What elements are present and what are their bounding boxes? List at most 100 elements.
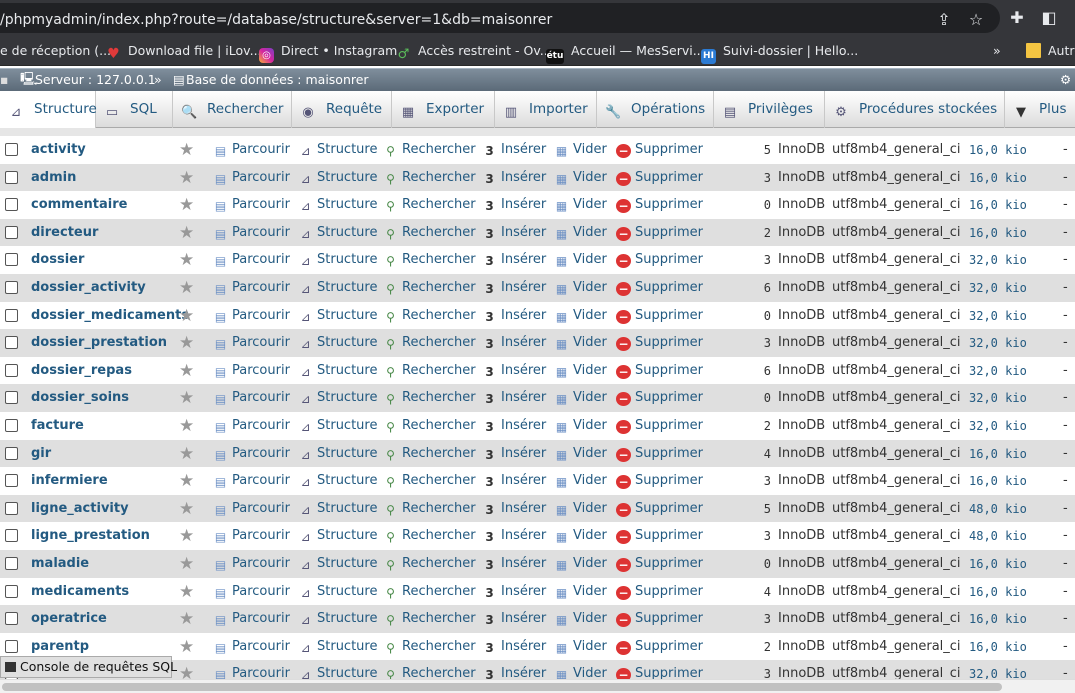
table-name-link[interactable]: gir bbox=[31, 446, 51, 462]
empty-action[interactable]: ▦ Vider bbox=[554, 170, 607, 186]
structure-action[interactable]: ⊿ Structure bbox=[298, 252, 377, 268]
sql-console-toggle[interactable]: Console de requêtes SQL bbox=[0, 656, 177, 678]
row-checkbox[interactable] bbox=[5, 612, 18, 626]
empty-action[interactable]: ▦ Vider bbox=[554, 142, 607, 158]
drop-action[interactable]: − Supprimer bbox=[616, 584, 703, 600]
row-checkbox[interactable] bbox=[5, 391, 18, 405]
favorite-star-icon[interactable]: ★ bbox=[179, 638, 194, 656]
tab-import[interactable]: ▥ Importer bbox=[495, 91, 597, 128]
address-bar[interactable]: /phpmyadmin/index.php?route=/database/st… bbox=[0, 3, 1000, 33]
empty-action[interactable]: ▦ Vider bbox=[554, 390, 607, 406]
drop-action[interactable]: − Supprimer bbox=[616, 335, 703, 352]
extensions-icon[interactable]: ✚ bbox=[1008, 9, 1026, 27]
search-action[interactable]: ⚲ Rechercher bbox=[383, 528, 476, 544]
insert-action[interactable]: 3 Insérer bbox=[482, 225, 546, 241]
search-action[interactable]: ⚲ Rechercher bbox=[383, 584, 476, 600]
row-checkbox[interactable] bbox=[5, 501, 18, 515]
structure-action[interactable]: ⊿ Structure bbox=[298, 556, 377, 572]
structure-action[interactable]: ⊿ Structure bbox=[298, 584, 377, 600]
table-name-link[interactable]: admin bbox=[31, 170, 76, 186]
structure-action[interactable]: ⊿ Structure bbox=[298, 363, 377, 379]
tab-search[interactable]: 🔍 Rechercher bbox=[173, 91, 292, 128]
favorite-star-icon[interactable]: ★ bbox=[179, 389, 194, 407]
favorite-star-icon[interactable]: ★ bbox=[179, 583, 194, 601]
drop-action[interactable]: − Supprimer bbox=[616, 390, 703, 407]
breadcrumb-database[interactable]: Base de données : maisonrer bbox=[186, 69, 369, 91]
browse-action[interactable]: ▤ Parcourir bbox=[213, 556, 290, 572]
tab-operations[interactable]: 🔧 Opérations bbox=[597, 91, 714, 128]
bookmark-item[interactable]: ◎ Direct • Instagram bbox=[259, 43, 397, 63]
insert-action[interactable]: 3 Insérer bbox=[482, 639, 546, 655]
favorite-star-icon[interactable]: ★ bbox=[179, 196, 194, 214]
favorite-star-icon[interactable]: ★ bbox=[179, 472, 194, 490]
empty-action[interactable]: ▦ Vider bbox=[554, 418, 607, 434]
drop-action[interactable]: − Supprimer bbox=[616, 611, 703, 628]
share-icon[interactable]: ⇪ bbox=[935, 11, 953, 29]
browse-action[interactable]: ▤ Parcourir bbox=[213, 446, 290, 462]
insert-action[interactable]: 3 Insérer bbox=[482, 528, 546, 544]
table-name-link[interactable]: dossier_activity bbox=[31, 280, 146, 296]
favorite-star-icon[interactable]: ★ bbox=[179, 251, 194, 269]
table-name-link[interactable]: dossier_prestation bbox=[31, 335, 167, 351]
empty-action[interactable]: ▦ Vider bbox=[554, 528, 607, 544]
search-action[interactable]: ⚲ Rechercher bbox=[383, 556, 476, 572]
browse-action[interactable]: ▤ Parcourir bbox=[213, 252, 290, 268]
side-panel-icon[interactable]: ◧ bbox=[1040, 9, 1058, 27]
table-name-link[interactable]: dossier bbox=[31, 252, 84, 268]
structure-action[interactable]: ⊿ Structure bbox=[298, 528, 377, 544]
row-checkbox[interactable] bbox=[5, 474, 18, 488]
insert-action[interactable]: 3 Insérer bbox=[482, 197, 546, 213]
insert-action[interactable]: 3 Insérer bbox=[482, 252, 546, 268]
drop-action[interactable]: − Supprimer bbox=[616, 418, 703, 434]
drop-action[interactable]: − Supprimer bbox=[616, 556, 703, 572]
favorite-star-icon[interactable]: ★ bbox=[179, 224, 194, 242]
browse-action[interactable]: ▤ Parcourir bbox=[213, 363, 290, 379]
insert-action[interactable]: 3 Insérer bbox=[482, 142, 546, 158]
row-checkbox[interactable] bbox=[5, 419, 18, 432]
structure-action[interactable]: ⊿ Structure bbox=[298, 473, 377, 489]
empty-action[interactable]: ▦ Vider bbox=[554, 556, 607, 572]
drop-action[interactable]: − Supprimer bbox=[616, 446, 703, 462]
horizontal-scrollbar[interactable] bbox=[0, 679, 1075, 693]
browse-action[interactable]: ▤ Parcourir bbox=[213, 639, 290, 655]
drop-action[interactable]: − Supprimer bbox=[616, 280, 703, 296]
empty-action[interactable]: ▦ Vider bbox=[554, 335, 607, 351]
search-action[interactable]: ⚲ Rechercher bbox=[383, 363, 476, 379]
search-action[interactable]: ⚲ Rechercher bbox=[383, 170, 476, 186]
favorite-star-icon[interactable]: ★ bbox=[179, 555, 194, 573]
tab-more[interactable]: ▼ Plus bbox=[1005, 91, 1075, 128]
structure-action[interactable]: ⊿ Structure bbox=[298, 611, 377, 627]
row-checkbox[interactable] bbox=[5, 446, 18, 460]
structure-action[interactable]: ⊿ Structure bbox=[298, 418, 377, 434]
tab-query[interactable]: ◉ Requête bbox=[292, 91, 392, 128]
bookmark-item[interactable]: étu Accueil — MesServi... bbox=[546, 43, 705, 64]
tab-routines[interactable]: ⚙ Procédures stockées bbox=[825, 91, 1005, 128]
favorite-star-icon[interactable]: ★ bbox=[179, 417, 194, 435]
search-action[interactable]: ⚲ Rechercher bbox=[383, 501, 476, 517]
browse-action[interactable]: ▤ Parcourir bbox=[213, 225, 290, 241]
row-checkbox[interactable] bbox=[5, 584, 18, 598]
row-checkbox[interactable] bbox=[5, 253, 18, 267]
table-name-link[interactable]: ligne_prestation bbox=[31, 528, 150, 544]
table-name-link[interactable]: activity bbox=[31, 142, 86, 158]
search-action[interactable]: ⚲ Rechercher bbox=[383, 390, 476, 406]
favorite-star-icon[interactable]: ★ bbox=[179, 334, 194, 352]
search-action[interactable]: ⚲ Rechercher bbox=[383, 308, 476, 324]
drop-action[interactable]: − Supprimer bbox=[616, 252, 703, 269]
search-action[interactable]: ⚲ Rechercher bbox=[383, 611, 476, 627]
table-name-link[interactable]: dossier_soins bbox=[31, 390, 129, 406]
drop-action[interactable]: − Supprimer bbox=[616, 501, 703, 517]
row-checkbox[interactable] bbox=[5, 198, 18, 212]
drop-action[interactable]: − Supprimer bbox=[616, 197, 703, 214]
search-action[interactable]: ⚲ Rechercher bbox=[383, 335, 476, 351]
insert-action[interactable]: 3 Insérer bbox=[482, 335, 546, 351]
structure-action[interactable]: ⊿ Structure bbox=[298, 335, 377, 351]
drop-action[interactable]: − Supprimer bbox=[616, 308, 703, 324]
bookmark-item[interactable]: e de réception (... bbox=[0, 43, 111, 59]
search-action[interactable]: ⚲ Rechercher bbox=[383, 639, 476, 655]
row-checkbox[interactable] bbox=[5, 281, 18, 294]
favorite-star-icon[interactable]: ★ bbox=[179, 500, 194, 518]
insert-action[interactable]: 3 Insérer bbox=[482, 446, 546, 462]
table-name-link[interactable]: parentp bbox=[31, 639, 89, 655]
search-action[interactable]: ⚲ Rechercher bbox=[383, 197, 476, 213]
